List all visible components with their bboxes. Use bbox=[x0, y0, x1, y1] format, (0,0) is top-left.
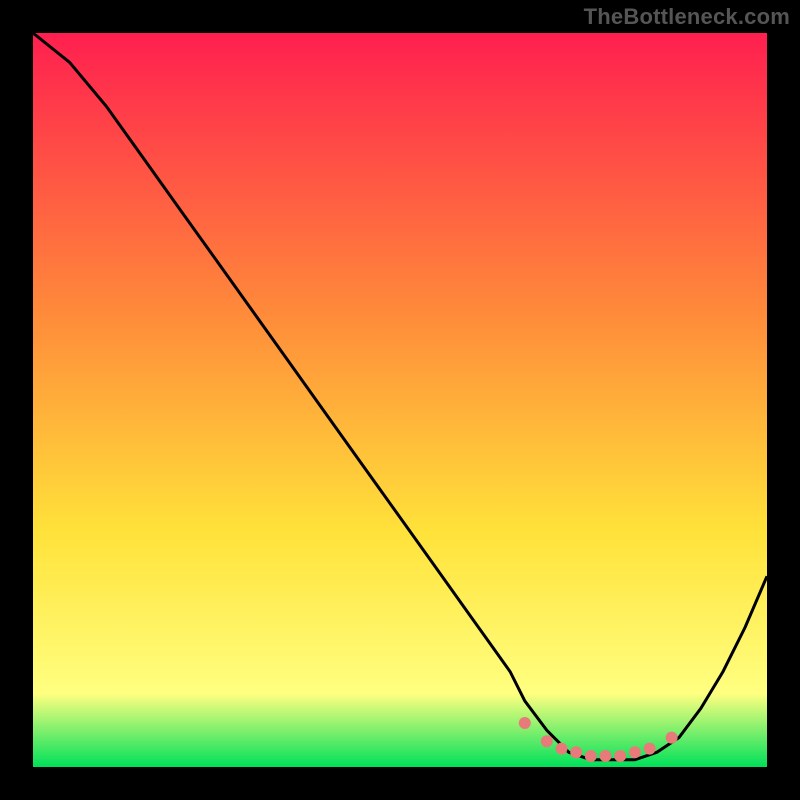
watermark-text: TheBottleneck.com bbox=[584, 4, 790, 30]
curve-marker bbox=[629, 746, 641, 758]
curve-marker bbox=[541, 735, 553, 747]
plot-area bbox=[33, 33, 767, 767]
chart-frame: TheBottleneck.com bbox=[0, 0, 800, 800]
curve-marker bbox=[570, 746, 582, 758]
curve-marker bbox=[666, 732, 678, 744]
gradient-background bbox=[33, 33, 767, 767]
curve-marker bbox=[644, 743, 656, 755]
curve-marker bbox=[614, 750, 626, 762]
curve-marker bbox=[519, 717, 531, 729]
curve-marker bbox=[585, 750, 597, 762]
curve-marker bbox=[556, 743, 568, 755]
curve-marker bbox=[600, 750, 612, 762]
chart-svg bbox=[33, 33, 767, 767]
